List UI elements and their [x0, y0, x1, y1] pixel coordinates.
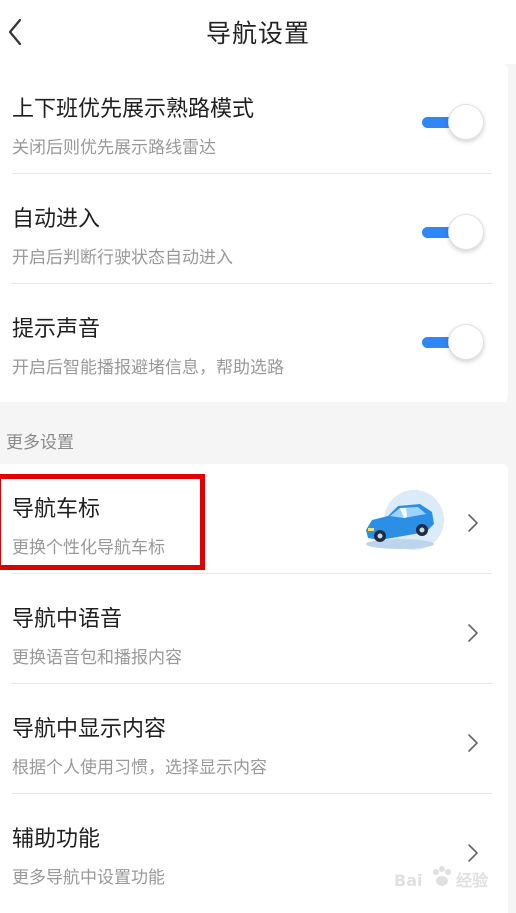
- chevron-right-icon: [468, 734, 478, 752]
- watermark-suffix: 经验: [456, 871, 489, 890]
- setting-desc: 开启后智能播报避堵信息，帮助选路: [12, 358, 284, 378]
- watermark-brand: Bai: [394, 871, 422, 890]
- baidu-watermark: Bai 经验: [394, 866, 489, 890]
- chevron-left-icon: [8, 18, 22, 46]
- prompt-sound-toggle[interactable]: [420, 320, 484, 364]
- paw-logo: [433, 866, 451, 886]
- item-desc: 更换语音包和播报内容: [12, 648, 182, 668]
- item-label: 辅助功能: [12, 827, 101, 852]
- setting-label: 自动进入: [12, 207, 101, 232]
- item-desc: 更换个性化导航车标: [12, 538, 165, 558]
- chevron-right-icon: [468, 624, 478, 642]
- toggle-knob: [448, 324, 484, 360]
- nav-header: 导航设置: [0, 0, 516, 64]
- page-title: 导航设置: [205, 19, 310, 48]
- item-desc: 根据个人使用习惯，选择显示内容: [12, 758, 267, 778]
- setting-desc: 开启后判断行驶状态自动进入: [12, 248, 233, 268]
- setting-desc: 关闭后则优先展示路线雷达: [12, 138, 216, 158]
- auto-enter-toggle[interactable]: [420, 210, 484, 254]
- back-button[interactable]: [4, 12, 34, 52]
- item-label: 导航中语音: [12, 607, 123, 632]
- setting-label: 上下班优先展示熟路模式: [12, 97, 255, 122]
- basic-settings-card: 上下班优先展示熟路模式 关闭后则优先展示路线雷达 自动进入 开启后判断行驶状态自…: [0, 64, 508, 402]
- setting-row-prompt-sound[interactable]: 提示声音 开启后智能播报避堵信息，帮助选路: [0, 284, 508, 394]
- chevron-right-icon: [468, 514, 478, 532]
- setting-row-auto-enter[interactable]: 自动进入 开启后判断行驶状态自动进入: [0, 174, 508, 284]
- chevron-right-icon: [468, 844, 478, 862]
- toggle-knob: [448, 104, 484, 140]
- setting-label: 提示声音: [12, 317, 101, 342]
- item-desc: 更多导航中设置功能: [12, 868, 165, 888]
- item-label: 导航中显示内容: [12, 717, 167, 742]
- item-label: 导航车标: [12, 497, 101, 522]
- commute-mode-toggle[interactable]: [420, 100, 484, 144]
- blue-car-illustration: [366, 490, 444, 550]
- setting-row-commute-mode[interactable]: 上下班优先展示熟路模式 关闭后则优先展示路线雷达: [0, 64, 508, 174]
- list-item-nav-voice[interactable]: 导航中语音 更换语音包和播报内容: [0, 574, 508, 684]
- toggle-knob: [448, 214, 484, 250]
- list-item-nav-display-content[interactable]: 导航中显示内容 根据个人使用习惯，选择显示内容: [0, 684, 508, 794]
- section-title-more-settings: 更多设置: [6, 433, 74, 453]
